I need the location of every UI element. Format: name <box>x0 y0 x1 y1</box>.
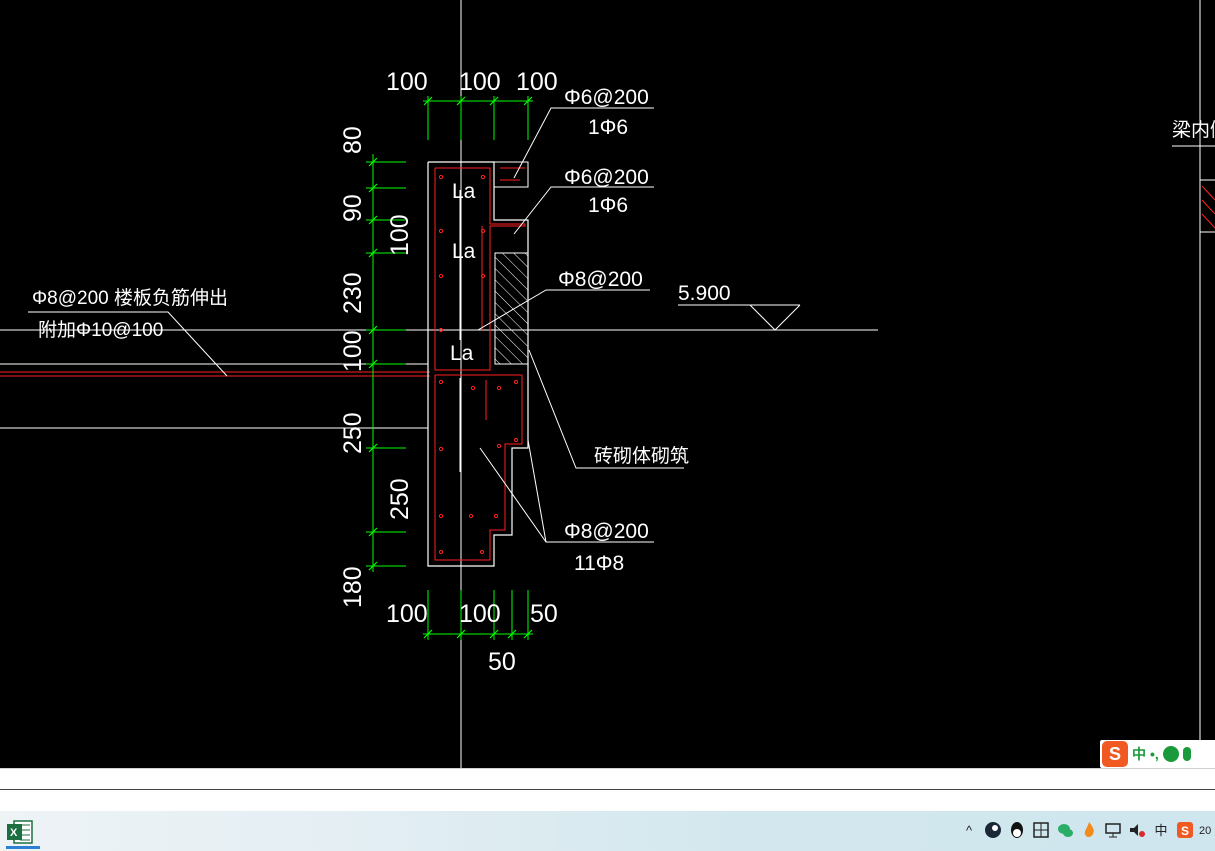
left-dim-1: 80 <box>339 126 367 154</box>
rebar1-bottom-label: 1Φ6 <box>588 116 628 139</box>
right-panel-rebar <box>1201 185 1215 229</box>
excel-taskbar-button[interactable]: X <box>6 819 40 849</box>
rebar-stirrup-lower <box>434 374 523 561</box>
bottom-dim-2: 100 <box>459 600 501 628</box>
sogou-tray-icon[interactable]: S <box>1175 821 1195 841</box>
masonry-label: 砖砌体砌筑 <box>594 445 689 467</box>
slab-additional-label: 附加Φ10@100 <box>38 319 163 341</box>
svg-text:X: X <box>10 827 18 839</box>
anchor-label-1: La <box>452 180 476 203</box>
rebar3-label: Φ8@200 <box>558 268 643 291</box>
top-dim-1: 100 <box>386 68 428 96</box>
masonry-hatch <box>494 252 529 365</box>
excel-icon: X <box>7 820 33 844</box>
right-panel-title: 梁内侧 <box>1172 119 1215 141</box>
active-app-indicator <box>6 846 40 849</box>
left-dim-8: 180 <box>339 566 367 608</box>
wechat-icon[interactable] <box>1055 821 1075 841</box>
network-icon[interactable] <box>1103 821 1123 841</box>
dimension-ticks <box>368 96 533 639</box>
left-dim-7: 250 <box>386 478 414 520</box>
upper-ledge-outline <box>493 161 529 188</box>
left-dim-2: 90 <box>339 194 367 222</box>
rebar2-top-label: Φ6@200 <box>564 166 649 189</box>
status-bar <box>0 768 1215 791</box>
ime-punct-toggle[interactable]: •, <box>1150 746 1159 762</box>
bottom-dim-1: 100 <box>386 600 428 628</box>
anchor-label-2: La <box>452 240 476 263</box>
rebar1-top-label: Φ6@200 <box>564 86 649 109</box>
volume-muted-icon[interactable] <box>1127 821 1147 841</box>
right-panel-fragment <box>1172 145 1215 233</box>
left-dim-5: 100 <box>339 330 367 372</box>
clock[interactable]: 20 <box>1199 821 1213 841</box>
mic-icon[interactable] <box>1182 747 1191 761</box>
fire-icon[interactable] <box>1079 821 1099 841</box>
bottom-dim-3: 50 <box>530 600 558 628</box>
dimension-lines <box>366 96 533 640</box>
rebar4-top-label: Φ8@200 <box>564 520 649 543</box>
anchor-label-3: La <box>450 342 474 365</box>
rebar4-bottom-label: 11Φ8 <box>574 552 624 575</box>
emoji-icon[interactable] <box>1162 746 1179 762</box>
elevation-label: 5.900 <box>678 282 731 305</box>
command-line[interactable] <box>0 789 1215 812</box>
rebar2-bottom-label: 1Φ6 <box>588 194 628 217</box>
taskbar: X ^ 中 S 20 <box>0 811 1215 851</box>
svg-text:S: S <box>1181 824 1189 838</box>
bottom-dim-extra: 50 <box>488 648 516 676</box>
app-grid-icon[interactable] <box>1031 821 1051 841</box>
ime-mode-indicator[interactable]: 中 <box>1151 821 1171 841</box>
sogou-logo-icon[interactable]: S <box>1102 741 1128 767</box>
slab-rebar-label: Φ8@200 楼板负筋伸出 <box>32 287 228 309</box>
ime-toolbar[interactable]: S 中 •, <box>1100 740 1215 768</box>
ime-mode-toggle[interactable]: 中 <box>1132 744 1146 764</box>
show-hidden-icons-button[interactable]: ^ <box>959 821 979 841</box>
top-dim-2: 100 <box>459 68 501 96</box>
qq-icon[interactable] <box>1007 821 1027 841</box>
left-dim-3: 100 <box>386 214 414 256</box>
system-tray: ^ 中 S 20 <box>959 811 1215 851</box>
left-dim-4: 230 <box>339 272 367 314</box>
top-dim-3: 100 <box>516 68 558 96</box>
left-dim-6: 250 <box>339 412 367 454</box>
steam-icon[interactable] <box>983 821 1003 841</box>
cad-drawing-canvas[interactable]: 100 100 100 100 100 50 50 80 90 100 230 … <box>0 0 1215 768</box>
